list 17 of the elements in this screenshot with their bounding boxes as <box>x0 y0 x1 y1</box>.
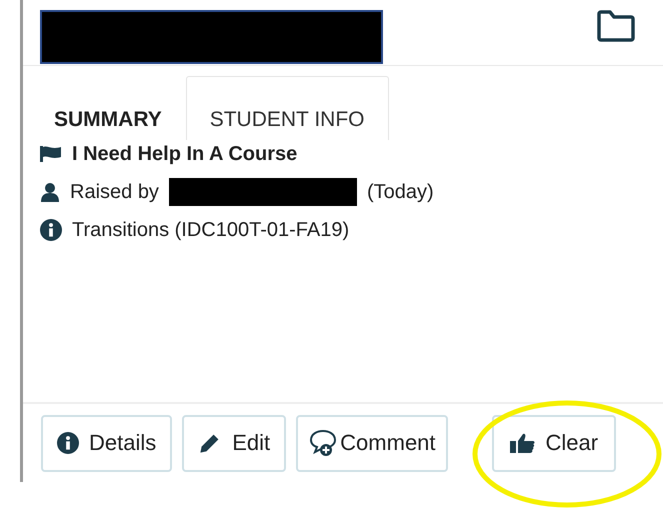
comment-button[interactable]: Comment <box>296 414 448 472</box>
clear-button[interactable]: Clear <box>492 414 616 472</box>
tab[interactable]: SUMMARY <box>30 76 186 140</box>
info-icon <box>40 219 62 241</box>
thumbs-up-icon <box>510 432 536 454</box>
flag-icon <box>40 146 62 162</box>
raised-date: (Today) <box>366 180 434 204</box>
person-icon <box>40 182 60 202</box>
tab[interactable]: STUDENT INFO <box>186 76 389 140</box>
details-button[interactable]: Details <box>41 414 172 472</box>
raised-by-label: Raised by <box>70 180 159 204</box>
info-icon <box>57 432 79 454</box>
edit-button[interactable]: Edit <box>182 414 286 472</box>
course-name: Transitions (IDC100T-01-FA19) <box>72 218 350 242</box>
issue-title: I Need Help In A Course <box>72 142 298 166</box>
folder-icon[interactable] <box>596 10 636 42</box>
comment-add-icon <box>308 429 338 457</box>
